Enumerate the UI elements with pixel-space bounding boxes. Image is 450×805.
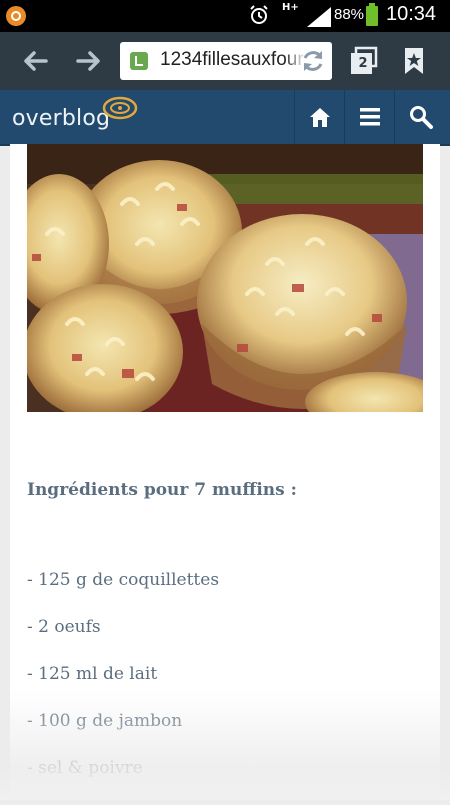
search-icon <box>410 106 433 129</box>
blog-header: overblog <box>0 90 450 146</box>
logo-swirl-icon <box>102 96 138 120</box>
forward-arrow-icon[interactable] <box>74 46 104 76</box>
browser-toolbar: 1234fillesauxfourneaux 2 <box>0 32 450 90</box>
signal-icon <box>307 7 331 27</box>
tab-count: 2 <box>358 56 368 71</box>
reload-icon[interactable] <box>300 48 326 74</box>
app-notification-icon <box>6 6 26 26</box>
ingredients-heading: Ingrédients pour 7 muffins : <box>27 480 297 500</box>
home-icon <box>310 108 330 127</box>
battery-percent: 88% <box>334 6 365 23</box>
search-button[interactable] <box>394 90 450 144</box>
ingredient-item: - 2 oeufs <box>27 617 101 637</box>
logo-text: overblog <box>12 106 111 131</box>
status-bar: H+ 88% 10:34 <box>0 0 450 32</box>
alarm-icon <box>250 5 268 24</box>
site-favicon-icon <box>130 52 148 70</box>
ingredient-item: - 125 g de coquillettes <box>27 570 220 590</box>
menu-button[interactable] <box>344 90 395 144</box>
bookmark-icon[interactable] <box>400 46 428 76</box>
ingredients-list: - 125 g de coquillettes - 2 oeufs - 125 … <box>27 570 219 805</box>
ingredient-item: - 100 g de jambon <box>27 711 183 731</box>
ingredient-item: - sel & poivre <box>27 758 143 778</box>
network-type: H+ <box>282 2 299 13</box>
battery-icon <box>366 3 378 26</box>
home-button[interactable] <box>294 90 345 144</box>
article-content: Ingrédients pour 7 muffins : - 125 g de … <box>10 144 440 800</box>
back-arrow-icon[interactable] <box>20 46 50 76</box>
tabs-button[interactable]: 2 <box>348 46 378 76</box>
menu-icon <box>360 108 380 126</box>
url-bar[interactable]: 1234fillesauxfourneaux <box>120 42 332 80</box>
muffins-photo <box>27 144 423 412</box>
ingredient-item: - 125 ml de lait <box>27 664 158 684</box>
clock: 10:34 <box>386 3 437 25</box>
